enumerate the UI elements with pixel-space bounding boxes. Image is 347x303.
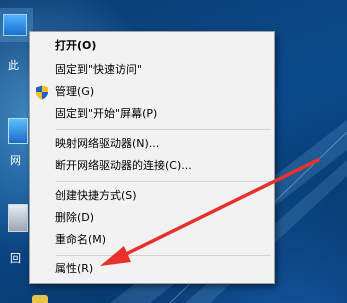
annotation-arrow-icon	[100, 158, 320, 266]
